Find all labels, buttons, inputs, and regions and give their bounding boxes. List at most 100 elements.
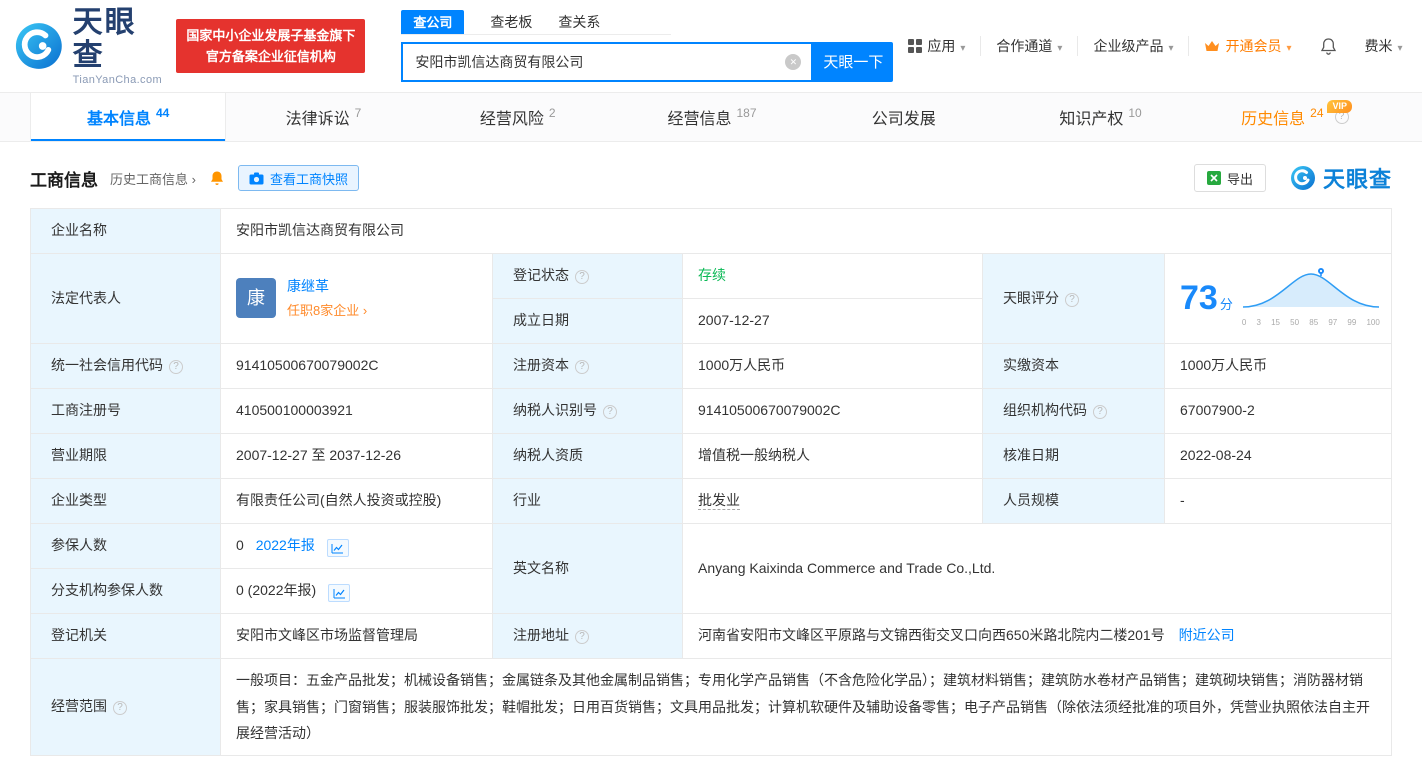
tab-label: 经营信息 [667,111,732,128]
score-curve-chart[interactable]: 0 3 15 50 85 97 99 100 [1241,267,1381,329]
field-label-credit-code: 统一社会信用代码 [30,343,221,389]
tab-count: 187 [736,106,757,120]
question-icon[interactable] [575,360,589,375]
notifications-bell-icon[interactable] [1307,37,1350,55]
field-label-paid-capital: 实缴资本 [982,343,1165,389]
export-button[interactable]: 导出 [1193,164,1266,192]
score-cell: 73 分 0 3 15 50 85 97 99 100 [1164,253,1392,344]
question-icon[interactable] [169,360,183,375]
top-nav: 应用 合作通道 企业级产品 开通会员 [893,36,1417,56]
table-row: 营业期限 2007-12-27 至 2037-12-26 纳税人资质 增值税一般… [30,433,1392,479]
view-snapshot-button[interactable]: 查看工商快照 [237,165,359,191]
field-label-reg-capital: 注册资本 [492,343,683,389]
reg-authority-value: 安阳市文峰区市场监督管理局 [220,613,493,659]
tianyancha-watermark: 天眼查 [1290,162,1392,194]
branch-insured-value: 0 (2022年报) [236,581,317,598]
credential-badge: 国家中小企业发展子基金旗下 官方备案企业征信机构 [176,19,366,73]
question-icon[interactable] [603,405,617,420]
chevron-down-icon [1057,38,1062,54]
search-tab-company[interactable]: 查公司 [401,10,465,34]
question-icon[interactable] [113,701,127,716]
field-label-reg-authority: 登记机关 [30,613,221,659]
tab-legal-proceedings[interactable]: 法律诉讼 7 [226,93,420,141]
table-row: 企业类型 有限责任公司(自然人投资或控股) 行业 批发业 人员规模 - [30,478,1392,524]
export-label: 导出 [1226,171,1253,187]
chevron-down-icon [1286,38,1291,54]
tianyancha-watermark-icon [1290,166,1315,190]
tab-count: 7 [354,106,362,120]
credential-line1: 国家中小企业发展子基金旗下 [186,28,356,43]
field-label-industry: 行业 [492,478,683,524]
grid-icon [908,39,923,53]
legal-rep-companies-link[interactable]: 任职8家企业 › [287,301,367,321]
search-tab-boss[interactable]: 查老板 [490,12,532,32]
company-name-value: 安阳市凯信达商贸有限公司 [220,208,1392,254]
chevron-down-icon [1168,38,1173,54]
tab-company-development[interactable]: 公司发展 [809,93,1003,141]
table-row: 统一社会信用代码 91410500670079002C 注册资本 1000万人民… [30,343,1392,389]
tab-basic-info[interactable]: 基本信息 44 [30,93,227,141]
tab-intellectual-property[interactable]: 知识产权 10 [1003,93,1197,141]
chevron-down-icon [960,38,965,54]
watermark-label: 天眼查 [1322,167,1392,192]
reg-number-value: 410500100003921 [220,388,493,434]
business-term-value: 2007-12-27 至 2037-12-26 [220,433,493,479]
vip-badge: VIP [1327,100,1352,113]
logo-domain: TianYanCha.com [72,73,163,86]
field-label-approval-date: 核准日期 [982,433,1165,479]
clear-icon[interactable] [785,53,802,70]
table-row: 登记机关 安阳市文峰区市场监督管理局 注册地址 河南省安阳市文峰区平原路与文锦西… [30,613,1392,659]
tianyancha-logo[interactable]: 天眼查 TianYanCha.com [14,6,164,86]
question-icon[interactable] [1065,292,1079,307]
crown-icon [1205,41,1220,51]
field-label-insured-count: 参保人数 [30,523,221,569]
tab-count: 10 [1128,106,1142,120]
tab-history-info[interactable]: VIP 历史信息 24 [1198,93,1392,141]
search-input[interactable] [403,53,786,70]
field-label-business-scope: 经营范围 [30,658,221,756]
score-value: 73 [1180,279,1218,318]
field-label-staff-size: 人员规模 [982,478,1165,524]
score-axis: 0 3 15 50 85 97 99 100 [1241,318,1380,328]
industry-link[interactable]: 批发业 [698,492,740,511]
search-tab-relation[interactable]: 查关系 [558,12,600,32]
field-label-company-name: 企业名称 [30,208,221,254]
credit-code-value: 91410500670079002C [220,343,493,389]
insured-count-cell: 0 2022年报 [220,523,493,569]
staff-size-value: - [1164,478,1392,524]
annual-report-link[interactable]: 2022年报 [256,537,315,553]
nav-enterprise[interactable]: 企业级产品 [1078,36,1190,56]
question-icon[interactable] [1093,405,1107,420]
logo-title: 天眼查 [72,5,137,72]
history-business-info-link[interactable]: 历史工商信息 › [110,169,196,188]
business-info-table: 企业名称 安阳市凯信达商贸有限公司 法定代表人 康 康继革 任职8家企业 › 登… [30,208,1392,756]
nav-partner[interactable]: 合作通道 [981,36,1079,56]
table-row: 工商注册号 410500100003921 纳税人识别号 91410500670… [30,388,1392,434]
section-title: 工商信息 [30,170,98,190]
question-icon[interactable] [575,630,589,645]
legal-rep-avatar[interactable]: 康 [236,278,276,319]
search-block: 查公司 查老板 查关系 天眼一下 [401,10,894,82]
nav-user[interactable]: 费米 [1350,36,1418,56]
reg-status-cell: 存续 [682,253,983,299]
nav-apps[interactable]: 应用 [893,36,982,56]
tab-label: 基本信息 [86,111,151,128]
nav-user-label: 费米 [1364,38,1393,54]
legal-rep-name-link[interactable]: 康继革 [287,276,367,298]
nav-open-vip[interactable]: 开通会员 [1189,36,1306,56]
field-label-legal-rep: 法定代表人 [30,253,221,344]
tab-operating-risk[interactable]: 经营风险 2 [421,93,615,141]
nearby-companies-link[interactable]: 附近公司 [1179,627,1235,643]
tab-label: 法律诉讼 [285,111,350,128]
tab-business-info[interactable]: 经营信息 187 [615,93,809,141]
section-header: 工商信息 历史工商信息 › 查看工商快照 导出 天眼查 [30,163,1392,193]
subscribe-bell-icon[interactable] [209,170,225,187]
trend-chart-icon[interactable] [326,539,349,558]
trend-chart-icon[interactable] [328,584,351,603]
search-tabs: 查公司 查老板 查关系 [401,10,672,35]
search-button[interactable]: 天眼一下 [813,41,894,82]
question-icon[interactable] [575,270,589,285]
field-label-company-type: 企业类型 [30,478,221,524]
credential-line2: 官方备案企业征信机构 [205,49,336,64]
status-badge: 存续 [698,267,726,284]
